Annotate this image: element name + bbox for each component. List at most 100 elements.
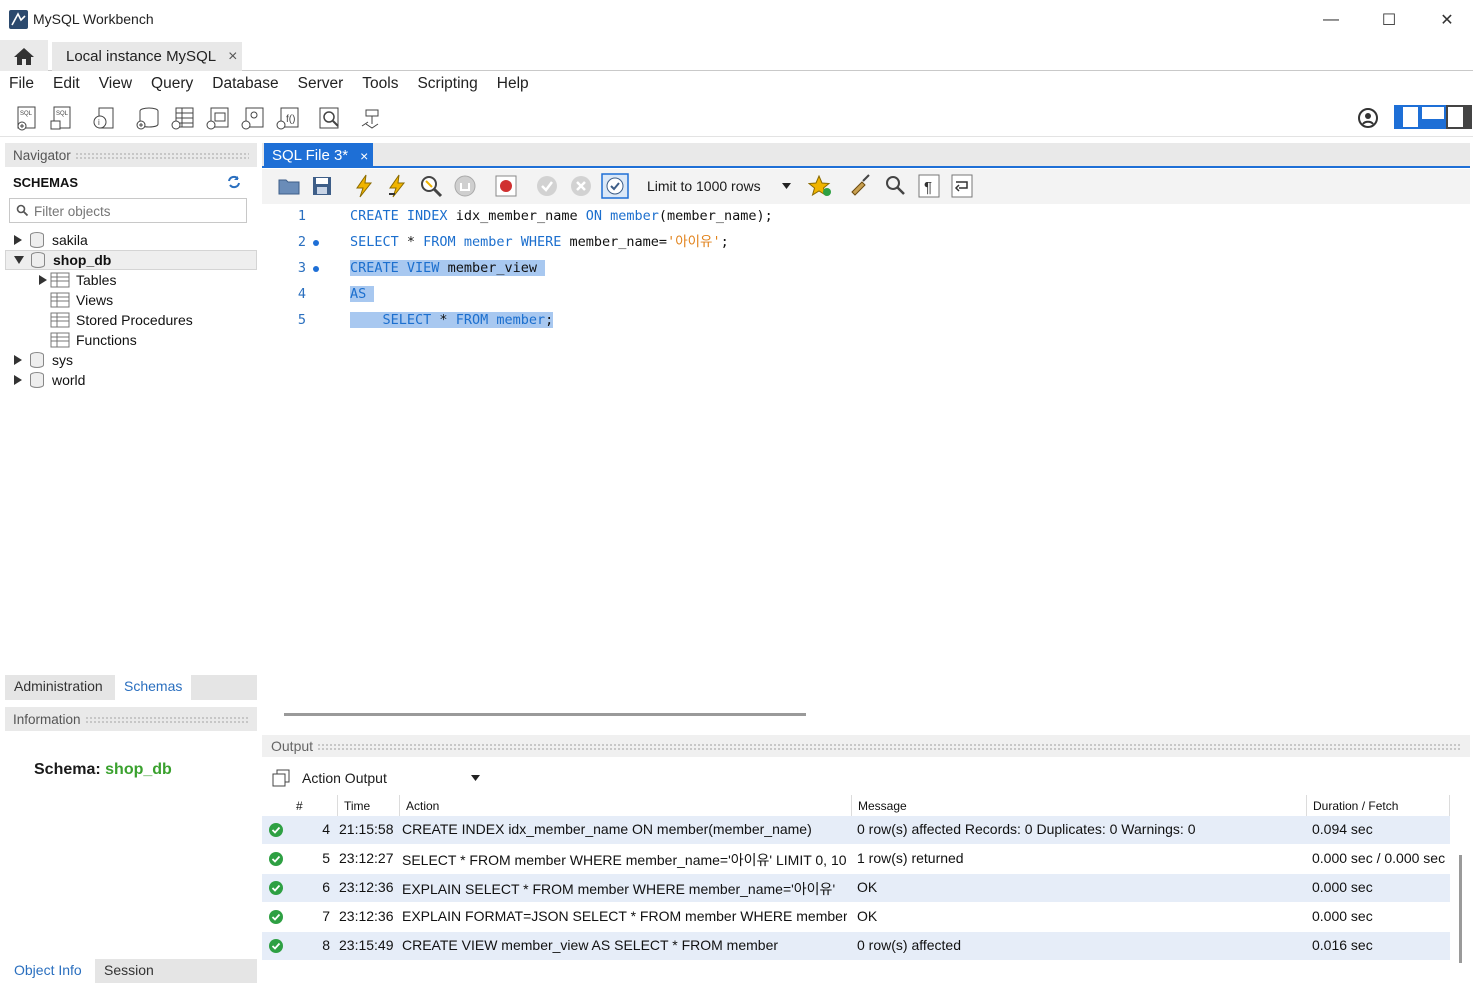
table-row[interactable]: 4 21:15:58 CREATE INDEX idx_member_name … (262, 816, 1450, 844)
editor-horizontal-scrollbar[interactable] (284, 713, 806, 716)
output-vertical-scrollbar[interactable] (1459, 855, 1462, 963)
inspector-icon[interactable]: i (90, 104, 118, 132)
stop-icon[interactable] (454, 175, 476, 197)
tree-item-functions[interactable]: Functions (5, 330, 257, 350)
word-wrap-icon[interactable] (951, 174, 973, 198)
tab-administration[interactable]: Administration (5, 675, 112, 700)
filter-objects-input[interactable] (34, 202, 239, 220)
create-view-icon[interactable] (204, 104, 232, 132)
new-sql-tab-icon[interactable]: SQL (14, 104, 42, 132)
search-table-data-icon[interactable] (316, 104, 344, 132)
create-function-icon[interactable]: f() (274, 104, 302, 132)
create-schema-icon[interactable] (134, 104, 162, 132)
expand-arrow-icon[interactable] (38, 274, 48, 286)
tab-schemas[interactable]: Schemas (115, 675, 191, 700)
expand-arrow-icon[interactable] (13, 354, 23, 366)
invisible-chars-pilcrow-icon[interactable]: ¶ (918, 174, 940, 198)
menu-database[interactable]: Database (203, 75, 288, 93)
execute-lightning-icon[interactable] (354, 174, 374, 198)
menu-file[interactable]: File (0, 75, 44, 93)
schema-info: Schema: shop_db (34, 761, 172, 779)
menu-tools[interactable]: Tools (353, 75, 408, 93)
open-folder-icon[interactable] (278, 176, 300, 196)
execute-current-statement-icon[interactable] (387, 174, 409, 198)
copy-icon[interactable] (272, 769, 290, 787)
collapse-arrow-icon[interactable] (13, 255, 25, 265)
row-action: CREATE INDEX idx_member_name ON member(m… (402, 821, 812, 837)
navigator-tabs: Administration Schemas (5, 675, 257, 700)
minimize-icon: — (1323, 11, 1339, 28)
filter-objects-field[interactable] (9, 198, 247, 223)
stop-on-error-icon[interactable] (495, 175, 517, 197)
toggle-secondary-sidebar-icon[interactable] (1446, 104, 1472, 132)
explain-magnifier-icon[interactable] (419, 174, 443, 198)
open-sql-script-icon[interactable]: SQL (48, 104, 76, 132)
row-action: SELECT * FROM member WHERE member_name='… (402, 852, 847, 868)
save-icon[interactable] (312, 176, 332, 196)
column-header-number[interactable]: # (290, 795, 338, 817)
beautify-broom-icon[interactable] (849, 174, 873, 198)
column-header-message[interactable]: Message (852, 795, 1307, 817)
create-table-icon[interactable] (169, 104, 197, 132)
table-row[interactable]: 5 23:12:27 SELECT * FROM member WHERE me… (262, 845, 1450, 873)
maximize-button[interactable]: ☐ (1360, 0, 1418, 40)
keyword: VIEW (406, 260, 440, 276)
toggle-output-panel-icon[interactable] (1420, 104, 1446, 132)
menu-help[interactable]: Help (488, 75, 539, 93)
autocommit-toggle-icon[interactable] (601, 173, 629, 199)
find-magnifier-icon[interactable] (884, 174, 906, 196)
expand-arrow-icon[interactable] (13, 374, 23, 386)
expand-arrow-icon[interactable] (13, 234, 23, 246)
sql-editor[interactable]: 1 2 3 4 5 CREATE INDEX idx_member_name O… (262, 204, 1470, 706)
add-snippet-star-icon[interactable] (808, 175, 832, 197)
menu-edit[interactable]: Edit (44, 75, 90, 93)
editor-tab-bar (262, 143, 1470, 168)
limit-rows-select[interactable]: Limit to 1000 rows (643, 174, 795, 198)
tree-item-tables[interactable]: Tables (5, 270, 257, 290)
row-number: 6 (322, 879, 330, 895)
reconnect-icon[interactable] (358, 104, 386, 132)
schema-item-world[interactable]: world (5, 370, 257, 390)
line-number: 4 (297, 286, 306, 302)
tab-session[interactable]: Session (95, 959, 163, 984)
success-check-icon (269, 910, 283, 924)
menu-query[interactable]: Query (142, 75, 203, 93)
menu-scripting[interactable]: Scripting (408, 75, 487, 93)
preferences-gear-icon[interactable] (1354, 104, 1382, 132)
close-tab-icon[interactable]: × (360, 148, 368, 164)
column-header-time[interactable]: Time (338, 795, 400, 817)
output-header: Output (262, 735, 1470, 757)
table-row[interactable]: 6 23:12:36 EXPLAIN SELECT * FROM member … (262, 874, 1450, 902)
information-title: Information (13, 711, 81, 727)
tab-object-info[interactable]: Object Info (5, 959, 95, 984)
tab-sql-file-3[interactable]: SQL File 3* × (264, 143, 373, 168)
schema-item-sys[interactable]: sys (5, 350, 257, 370)
database-icon (31, 252, 45, 269)
tree-item-views[interactable]: Views (5, 290, 257, 310)
output-type-select[interactable]: Action Output (298, 766, 484, 790)
column-header-duration[interactable]: Duration / Fetch (1307, 795, 1450, 817)
tree-item-stored-procedures[interactable]: Stored Procedures (5, 310, 257, 330)
toggle-sidebar-icon[interactable] (1394, 104, 1420, 132)
close-tab-icon[interactable]: × (228, 48, 237, 66)
table-row[interactable]: 8 23:15:49 CREATE VIEW member_view AS SE… (262, 932, 1450, 960)
close-window-button[interactable]: ✕ (1418, 0, 1473, 40)
schema-item-shop-db[interactable]: shop_db (5, 250, 257, 270)
tree-label: Functions (76, 332, 137, 348)
menu-server[interactable]: Server (289, 75, 354, 93)
column-header-action[interactable]: Action (400, 795, 852, 817)
home-tab[interactable] (0, 40, 48, 71)
success-check-icon (269, 823, 283, 837)
keyword: CREATE (350, 208, 399, 224)
table-row[interactable]: 7 23:12:36 EXPLAIN FORMAT=JSON SELECT * … (262, 903, 1450, 931)
commit-icon[interactable] (536, 175, 558, 197)
rollback-icon[interactable] (570, 175, 592, 197)
create-procedure-icon[interactable] (239, 104, 267, 132)
keyword: WHERE (520, 234, 562, 250)
schema-item-sakila[interactable]: sakila (5, 230, 257, 250)
refresh-schemas-icon[interactable] (227, 175, 241, 189)
tab-local-instance[interactable]: Local instance MySQL × (52, 42, 242, 71)
menu-view[interactable]: View (90, 75, 142, 93)
minimize-button[interactable]: — (1302, 0, 1360, 40)
